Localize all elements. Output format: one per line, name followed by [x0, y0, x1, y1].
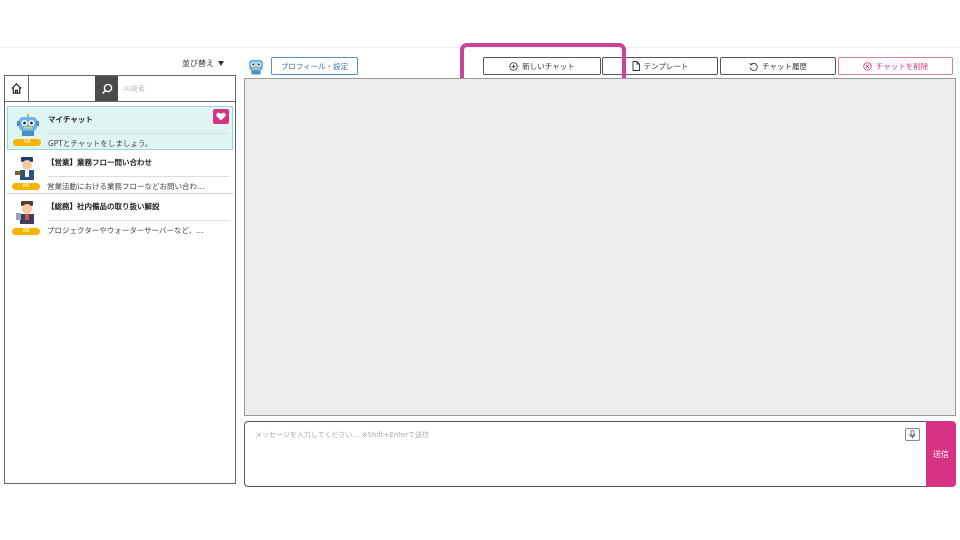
template-label: テンプレート [643, 61, 689, 71]
sales-person-avatar-icon [15, 157, 34, 180]
top-bar [0, 0, 960, 48]
chat-list: AB マイチャット GPTとチャットをしましょう。 AB 【営業】業務フロー問い… [5, 102, 235, 238]
avatar: AB [8, 107, 48, 149]
heart-icon [216, 112, 226, 121]
home-icon [11, 83, 22, 94]
chat-description: GPTとチャットをしましょう。 [48, 133, 228, 149]
chat-title: 【営業】業務フロー問い合わせ [47, 158, 152, 167]
chat-title: 【総務】社内備品の取り扱い解説 [47, 202, 160, 211]
chat-description: プロジェクターやウォーターサーバーなど、… [47, 220, 229, 236]
profile-avatar [246, 56, 266, 80]
profile-settings-button[interactable]: プロフィール・設定 [271, 57, 358, 75]
microphone-icon [909, 430, 916, 439]
sort-caret-icon [218, 61, 224, 66]
sidebar: AB マイチャット GPTとチャットをしましょう。 [4, 75, 236, 484]
delete-chat-label: チャットを削除 [875, 61, 929, 71]
item-badge: AB [12, 228, 40, 235]
history-icon [749, 62, 758, 71]
delete-chat-button[interactable]: チャットを削除 [838, 57, 953, 75]
chat-description: 営業活動における業務フローなどお問い合わ… [47, 176, 229, 192]
sidebar-search-row [5, 76, 235, 102]
item-badge: AB [13, 139, 41, 146]
document-icon [632, 61, 640, 71]
avatar: AB [7, 150, 47, 193]
sort-label: 並び替え [182, 59, 214, 68]
avatar: AB [7, 194, 47, 238]
robot-avatar-icon [249, 59, 263, 75]
home-button[interactable] [5, 76, 29, 101]
ai-search-input[interactable] [118, 76, 235, 101]
admin-person-avatar-icon [16, 201, 34, 224]
chat-area [244, 78, 956, 416]
item-badge: AB [12, 183, 40, 190]
close-circle-icon [863, 61, 872, 71]
search-icon [101, 83, 112, 94]
list-item[interactable]: AB マイチャット GPTとチャットをしましょう。 [7, 106, 233, 150]
voice-input-button[interactable] [905, 428, 920, 441]
sort-dropdown[interactable]: 並び替え [182, 58, 224, 69]
search-button[interactable] [95, 76, 118, 101]
chat-history-label: チャット履歴 [762, 61, 807, 71]
chat-title: マイチャット [48, 115, 93, 124]
message-composer [244, 421, 928, 487]
list-item[interactable]: AB 【総務】社内備品の取り扱い解説 プロジェクターやウォーターサーバーなど、… [7, 194, 233, 238]
list-item[interactable]: AB 【営業】業務フロー問い合わせ 営業活動における業務フローなどお問い合わ… [7, 150, 233, 194]
favorite-button[interactable] [213, 109, 229, 124]
send-button[interactable]: 送信 [926, 421, 956, 487]
message-input[interactable] [245, 422, 927, 486]
chat-history-button[interactable]: チャット履歴 [720, 57, 836, 75]
robot-avatar-icon [17, 113, 39, 136]
